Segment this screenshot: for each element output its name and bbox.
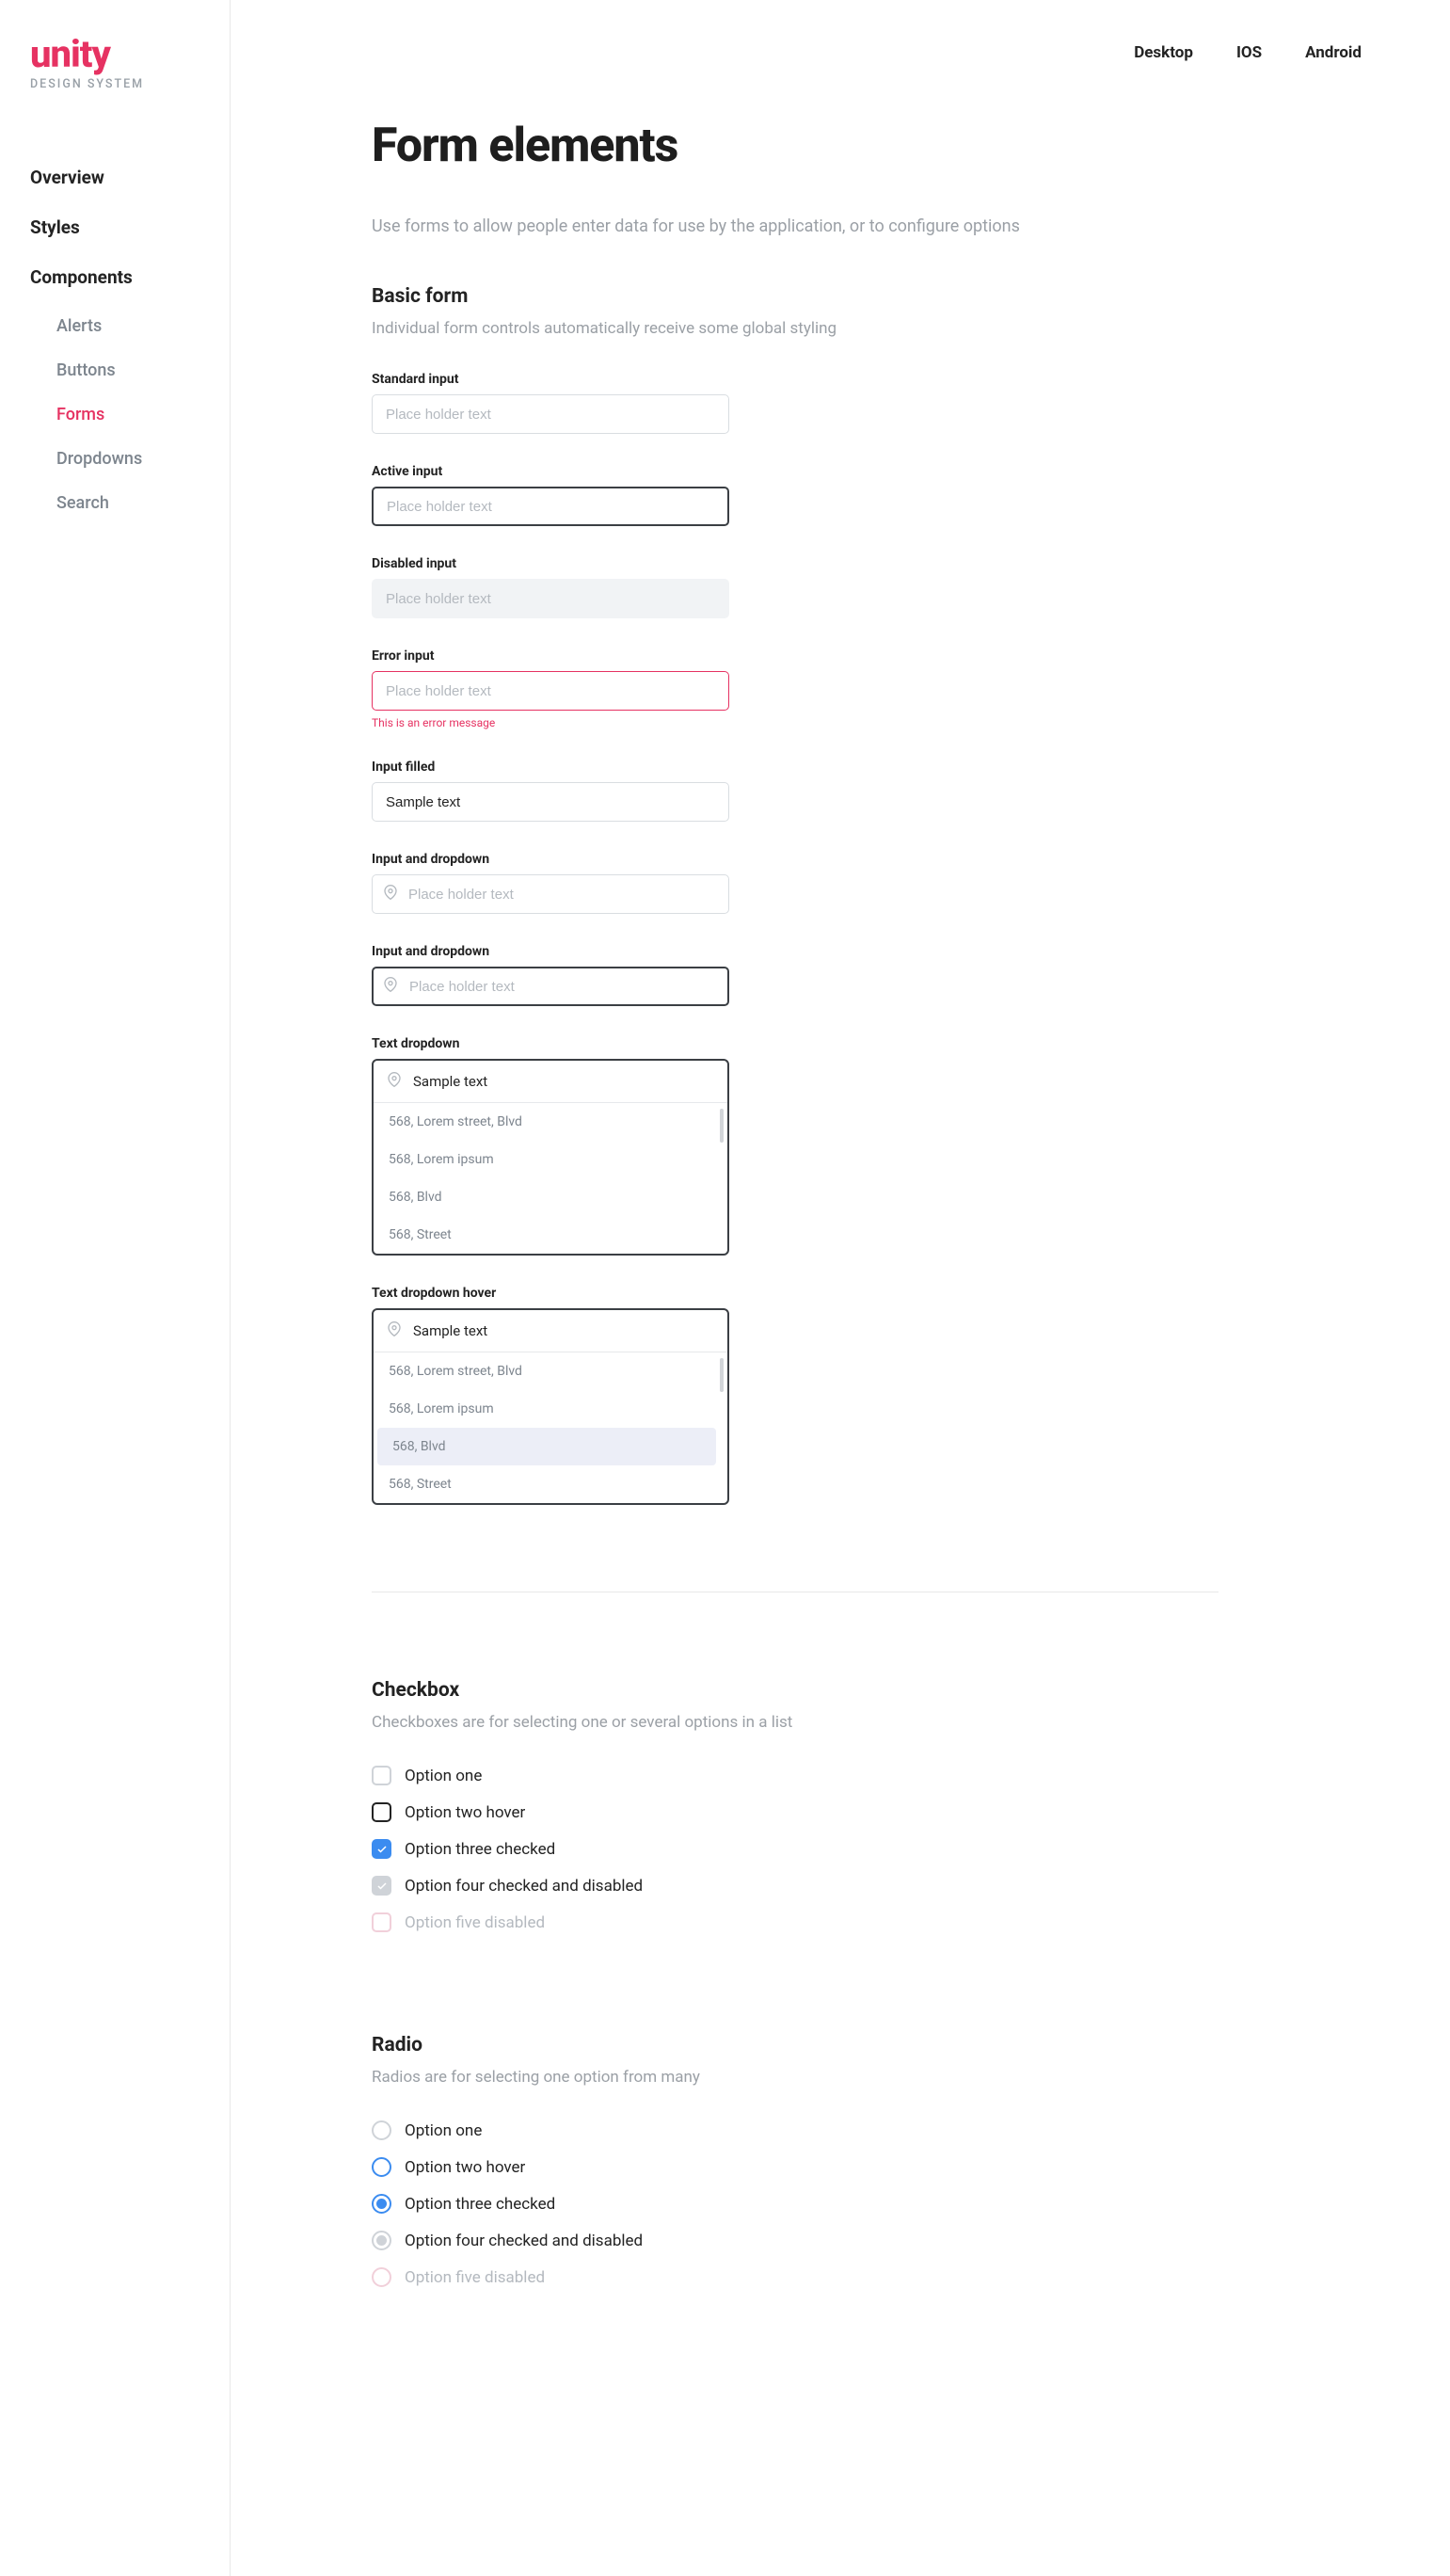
location-pin-icon: [387, 1321, 402, 1340]
text-dropdown-hover-value: Sample text: [413, 1322, 487, 1339]
checkbox-checked-disabled: [372, 1876, 391, 1896]
checkbox-hover[interactable]: [372, 1802, 391, 1822]
dropdown-item[interactable]: 568, Lorem ipsum: [374, 1390, 720, 1428]
checkbox-checked[interactable]: [372, 1839, 391, 1859]
checkbox-label: Option five disabled: [405, 1913, 545, 1932]
location-pin-icon: [383, 885, 398, 904]
checkbox-label: Option one: [405, 1767, 482, 1785]
radio-label: Option three checked: [405, 2195, 555, 2214]
nav-components[interactable]: Components: [30, 266, 199, 288]
checkbox-title: Checkbox: [372, 1679, 1087, 1702]
disabled-input-label: Disabled input: [372, 556, 729, 571]
basic-form-desc: Individual form controls automatically r…: [372, 319, 1087, 338]
nav-overview[interactable]: Overview: [30, 167, 199, 188]
logo-subtitle: DESIGN SYSTEM: [30, 77, 199, 91]
standard-input[interactable]: [372, 394, 729, 434]
radio-checked-disabled: [372, 2231, 391, 2250]
tab-android[interactable]: Android: [1305, 43, 1362, 62]
nav-styles[interactable]: Styles: [30, 216, 199, 238]
filled-input[interactable]: [372, 782, 729, 822]
radio-title: Radio: [372, 2034, 1087, 2056]
location-pin-icon: [383, 977, 398, 996]
radio-label: Option four checked and disabled: [405, 2232, 643, 2250]
subnav: Alerts Buttons Forms Dropdowns Search: [56, 316, 199, 513]
error-message: This is an error message: [372, 716, 729, 729]
tab-desktop[interactable]: Desktop: [1134, 43, 1193, 62]
text-dropdown-label: Text dropdown: [372, 1036, 729, 1051]
radio-checked[interactable]: [372, 2194, 391, 2214]
subnav-buttons[interactable]: Buttons: [56, 360, 199, 380]
radio-disabled: [372, 2267, 391, 2287]
text-dropdown-value: Sample text: [413, 1073, 487, 1090]
platform-tabs: Desktop IOS Android: [296, 0, 1384, 62]
radio-unchecked[interactable]: [372, 2120, 391, 2140]
tab-ios[interactable]: IOS: [1236, 43, 1262, 62]
standard-input-label: Standard input: [372, 372, 729, 387]
dropdown-item[interactable]: 568, Blvd: [374, 1178, 720, 1216]
checkbox-unchecked[interactable]: [372, 1766, 391, 1785]
logo-title: unity: [30, 36, 199, 73]
scrollbar-thumb[interactable]: [720, 1109, 724, 1143]
dropdown-item[interactable]: 568, Street: [374, 1465, 720, 1503]
scrollbar-thumb[interactable]: [720, 1358, 724, 1392]
location-pin-icon: [387, 1072, 402, 1091]
dropdown-item[interactable]: 568, Lorem street, Blvd: [374, 1352, 720, 1390]
text-dropdown-hover-label: Text dropdown hover: [372, 1286, 729, 1301]
main: Desktop IOS Android Form elements Use fo…: [231, 0, 1450, 2576]
checkbox-disabled: [372, 1912, 391, 1932]
logo: unity DESIGN SYSTEM: [30, 36, 199, 91]
radio-label: Option two hover: [405, 2158, 525, 2177]
checkbox-label: Option two hover: [405, 1803, 525, 1822]
input-dropdown-2-label: Input and dropdown: [372, 944, 729, 959]
dropdown-item[interactable]: 568, Street: [374, 1216, 720, 1254]
filled-input-label: Input filled: [372, 760, 729, 775]
radio-hover[interactable]: [372, 2157, 391, 2177]
radio-label: Option five disabled: [405, 2268, 545, 2287]
page-title: Form elements: [372, 119, 1087, 173]
error-input[interactable]: [372, 671, 729, 711]
checkbox-label: Option three checked: [405, 1840, 555, 1859]
basic-form-title: Basic form: [372, 285, 1087, 308]
radio-label: Option one: [405, 2121, 482, 2140]
checkbox-label: Option four checked and disabled: [405, 1877, 643, 1896]
radio-desc: Radios are for selecting one option from…: [372, 2068, 1087, 2087]
subnav-alerts[interactable]: Alerts: [56, 316, 199, 336]
page-desc: Use forms to allow people enter data for…: [372, 216, 1087, 236]
active-input[interactable]: [372, 487, 729, 526]
checkbox-desc: Checkboxes are for selecting one or seve…: [372, 1713, 1087, 1732]
subnav-search[interactable]: Search: [56, 493, 199, 513]
sidebar: unity DESIGN SYSTEM Overview Styles Comp…: [0, 0, 231, 2576]
dropdown-item[interactable]: 568, Lorem street, Blvd: [374, 1103, 720, 1141]
error-input-label: Error input: [372, 648, 729, 664]
input-dropdown-1[interactable]: [372, 874, 729, 914]
subnav-forms[interactable]: Forms: [56, 405, 199, 424]
active-input-label: Active input: [372, 464, 729, 479]
dropdown-item[interactable]: 568, Lorem ipsum: [374, 1141, 720, 1178]
disabled-input: [372, 579, 729, 618]
dropdown-item[interactable]: 568, Blvd: [377, 1428, 716, 1465]
text-dropdown-hover[interactable]: Sample text 568, Lorem street, Blvd 568,…: [372, 1308, 729, 1505]
input-dropdown-2[interactable]: [372, 967, 729, 1006]
subnav-dropdowns[interactable]: Dropdowns: [56, 449, 199, 469]
input-dropdown-1-label: Input and dropdown: [372, 852, 729, 867]
text-dropdown[interactable]: Sample text 568, Lorem street, Blvd 568,…: [372, 1059, 729, 1256]
